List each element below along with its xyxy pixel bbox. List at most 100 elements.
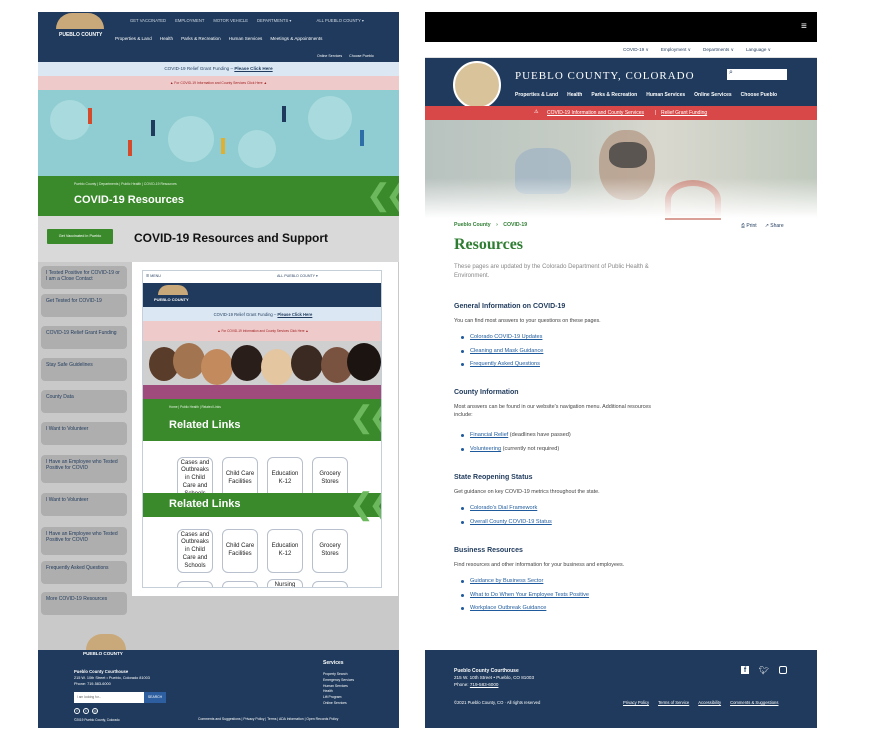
nav-properties[interactable]: Properties & Land (515, 92, 558, 98)
link-employee-positive[interactable]: What to Do When Your Employee Tests Posi… (470, 592, 589, 598)
county-seal-icon[interactable] (453, 61, 501, 109)
footer-terms-link[interactable]: Terms of Service (658, 700, 689, 705)
mobile-preview-frame: ☰ MENU ALL PUEBLO COUNTY ▾ PUEBLO COUNTY… (142, 270, 382, 588)
black-top-bar: ≡ (425, 12, 817, 42)
link-dial-framework[interactable]: Colorado's Dial Framework (470, 505, 537, 511)
nav-choose-pueblo[interactable]: Choose Pueblo (741, 92, 777, 98)
search-icon[interactable]: ⌕ (729, 69, 733, 77)
top-nav-departments[interactable]: DEPARTMENTS ▾ (257, 18, 292, 23)
mobile-preview-panel: ☰ MENU ALL PUEBLO COUNTY ▾ PUEBLO COUNTY… (132, 262, 398, 596)
nav-online-services[interactable]: Online Services (694, 92, 732, 98)
hero-photo (425, 120, 817, 220)
mobile-grant-link[interactable]: Please Click Here (277, 312, 312, 317)
footer-service-online[interactable]: Online Services (323, 701, 354, 707)
instagram-icon[interactable]: ◎ (92, 708, 98, 714)
sidebar-item-get-tested[interactable]: Get Tested for COVID-19 (41, 294, 127, 317)
mobile-menu-button[interactable]: ☰ MENU (146, 274, 161, 278)
logo-text[interactable]: PUEBLO COUNTY (59, 32, 102, 38)
sidebar-item-employee-positive-2[interactable]: I Have an Employee who Tested Positive f… (41, 527, 127, 555)
sidebar-item-employee-positive[interactable]: I Have an Employee who Tested Positive f… (41, 455, 127, 483)
nav-health[interactable]: Health (160, 36, 173, 41)
nav-parks[interactable]: Parks & Recreation (181, 36, 221, 41)
sidebar-item-relief-grant[interactable]: COVID-19 Relief Grant Funding (41, 326, 127, 349)
mobile-card-child-care-2[interactable]: Child Care Facilities (222, 529, 258, 573)
utility-covid[interactable]: COVID-19 ∨ (623, 47, 649, 53)
sidebar-item-volunteer[interactable]: I Want to Volunteer (41, 422, 127, 445)
mobile-card-education-2[interactable]: Education K-12 (267, 529, 303, 573)
covid-alert[interactable]: ▲ For COVID-19 Information and County Se… (38, 76, 399, 90)
footer-search-button[interactable]: SEARCH (144, 692, 166, 703)
sidebar-item-county-data[interactable]: County Data (41, 390, 127, 413)
get-vaccinated-button[interactable]: Get Vaccinated in Pueblo (47, 229, 113, 244)
sidebar-item-volunteer-2[interactable]: I Want to Volunteer (41, 493, 127, 516)
chevron-decoration-icon: ❮❮ (366, 179, 399, 212)
utility-language[interactable]: Language ∨ (746, 47, 771, 53)
link-county-status[interactable]: Overall County COVID-19 Status (470, 519, 552, 525)
sub-nav-online-services[interactable]: Online Services (317, 54, 342, 58)
mobile-card-grocery-2[interactable]: Grocery Stores (312, 529, 348, 573)
sub-nav-choose-pueblo[interactable]: Choose Pueblo (349, 54, 374, 58)
twitter-icon[interactable]: 🐦︎ (759, 666, 769, 675)
list-item: Cleaning and Mask Guidance (460, 348, 543, 354)
print-button[interactable]: ⎙ Print (741, 223, 757, 229)
mobile-card-nursing[interactable]: Nursing (267, 579, 303, 587)
nav-human-services[interactable]: Human Services (646, 92, 685, 98)
mobile-card-partial-4[interactable] (312, 581, 348, 587)
hamburger-icon[interactable]: ≡ (801, 21, 807, 32)
grant-banner-link[interactable]: Please Click Here (234, 66, 272, 71)
site-header: PUEBLO COUNTY, COLORADO ⌕ Properties & L… (425, 58, 817, 109)
link-workplace-outbreak[interactable]: Workplace Outbreak Guidance (470, 605, 546, 611)
sidebar-item-faq[interactable]: Frequently Asked Questions (41, 561, 127, 584)
nav-meetings[interactable]: Meetings & Appointments (270, 36, 322, 41)
nav-health[interactable]: Health (567, 92, 582, 98)
link-colorado-updates[interactable]: Colorado COVID-19 Updates (470, 334, 542, 340)
link-business-sector[interactable]: Guidance by Business Sector (470, 578, 543, 584)
alert-covid-link[interactable]: COVID-19 Information and County Services (547, 110, 644, 116)
mobile-covid-alert[interactable]: ▲ For COVID-19 Information and County Se… (143, 321, 381, 341)
sidebar-item-tested-positive[interactable]: I Tested Positive for COVID-19 or I am a… (41, 266, 127, 289)
alert-grant-link[interactable]: Relief Grant Funding (661, 110, 707, 116)
footer-privacy-link[interactable]: Privacy Policy (623, 700, 649, 705)
footer-org: Pueblo County Courthouse (454, 668, 519, 674)
mobile-county-select[interactable]: ALL PUEBLO COUNTY ▾ (277, 274, 318, 278)
link-volunteering[interactable]: Volunteering (470, 446, 501, 452)
nav-properties[interactable]: Properties & Land (115, 36, 152, 41)
footer-comments-link[interactable]: Comments & Suggestions (730, 700, 778, 705)
link-cleaning-mask[interactable]: Cleaning and Mask Guidance (470, 348, 543, 354)
list-item: Workplace Outbreak Guidance (460, 605, 546, 611)
site-title[interactable]: PUEBLO COUNTY, COLORADO (515, 70, 695, 82)
sidebar-item-more-resources[interactable]: More COVID-19 Resources (41, 592, 127, 615)
facebook-icon[interactable]: f (741, 666, 749, 674)
facebook-icon[interactable]: f (74, 708, 80, 714)
sidebar-item-stay-safe[interactable]: Stay Safe Guidelines (41, 358, 127, 381)
nav-parks[interactable]: Parks & Recreation (591, 92, 637, 98)
list-item: Guidance by Business Sector (460, 578, 543, 584)
mobile-card-partial-1[interactable] (177, 581, 213, 587)
top-nav-motor-vehicle[interactable]: MOTOR VEHICLE (213, 18, 248, 23)
utility-departments[interactable]: Departments ∨ (703, 47, 734, 53)
utility-employment[interactable]: Employment ∨ (661, 47, 691, 53)
mobile-breadcrumb[interactable]: Home | Public Health | Related Links (169, 405, 221, 409)
footer-accessibility-link[interactable]: Accessibility (698, 700, 721, 705)
instagram-icon[interactable] (779, 666, 788, 674)
breadcrumb-home[interactable]: Pueblo County (454, 222, 491, 228)
breadcrumb-current[interactable]: COVID-19 (503, 222, 527, 228)
footer-service-emergency[interactable]: Emergency Services (323, 678, 354, 684)
mobile-card-partial-2[interactable] (222, 581, 258, 587)
share-button[interactable]: ↗ Share (765, 223, 784, 229)
footer-search-input[interactable]: I am looking for... (74, 692, 144, 703)
twitter-icon[interactable]: t (83, 708, 89, 714)
nav-human-services[interactable]: Human Services (229, 36, 263, 41)
mobile-logo-text[interactable]: PUEBLO COUNTY (154, 297, 189, 302)
link-faq[interactable]: Frequently Asked Questions (470, 361, 540, 367)
grant-banner-text: COVID-19 Relief Grant Funding – (164, 66, 235, 71)
search-input[interactable]: ⌕ (727, 69, 787, 80)
top-nav-vaccinated[interactable]: GET VACCINATED (130, 18, 166, 23)
top-nav-all-county[interactable]: ALL PUEBLO COUNTY ▾ (317, 18, 364, 23)
breadcrumb[interactable]: Pueblo County | Departments | Public Hea… (74, 182, 177, 186)
footer-phone-link[interactable]: 719-583-6000 (470, 682, 499, 687)
mobile-card-cases-2[interactable]: Cases and Outbreaks in Child Care and Sc… (177, 529, 213, 573)
top-nav-employment[interactable]: EMPLOYMENT (175, 18, 204, 23)
footer-legal-links[interactable]: Comments and Suggestions | Privacy Polic… (198, 717, 338, 721)
link-financial-relief[interactable]: Financial Relief (470, 432, 508, 438)
